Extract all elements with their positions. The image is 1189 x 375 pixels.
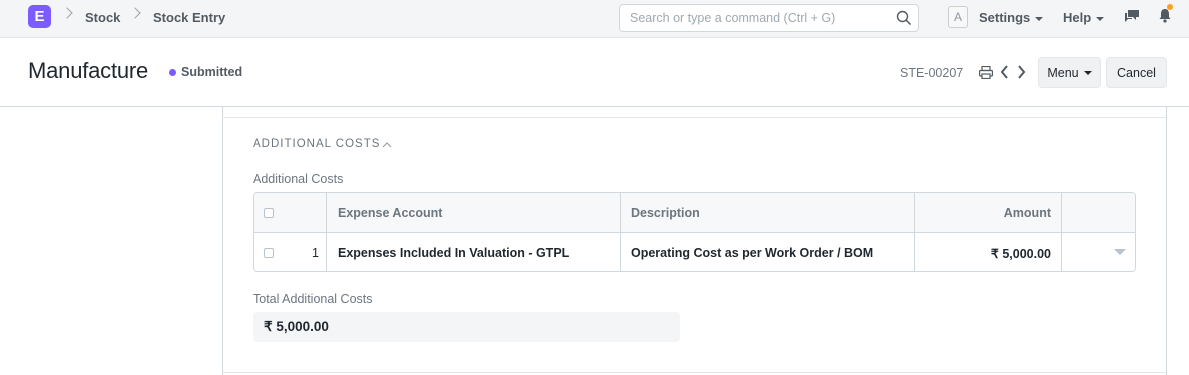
caret-down-icon: [1083, 70, 1092, 75]
help-dropdown[interactable]: Help: [1063, 10, 1105, 25]
column-divider: [914, 193, 915, 271]
print-icon[interactable]: [979, 66, 993, 79]
section-divider: [222, 117, 1167, 118]
notification-dot: [1167, 4, 1173, 10]
document-name: STE-00207: [900, 66, 964, 80]
chevron-right-icon: [129, 7, 141, 19]
caret-down-icon: [1035, 16, 1044, 21]
table-label: Additional Costs: [253, 172, 344, 186]
chevron-left-icon[interactable]: [1000, 64, 1010, 80]
row-checkbox[interactable]: [264, 248, 274, 258]
breadcrumb-stock[interactable]: Stock: [85, 10, 120, 25]
menu-button[interactable]: Menu: [1038, 57, 1101, 88]
page-title: Manufacture: [28, 58, 149, 83]
menu-label: Menu: [1047, 65, 1079, 80]
avatar[interactable]: A: [948, 6, 968, 28]
column-divider: [326, 193, 327, 271]
column-header-description: Description: [631, 206, 700, 220]
additional-costs-table: Expense Account Description Amount 1 Exp…: [253, 192, 1136, 272]
cell-amount[interactable]: ₹ 5,000.00: [991, 246, 1051, 261]
total-additional-costs-value: ₹ 5,000.00: [264, 319, 329, 334]
row-index: 1: [312, 246, 319, 260]
settings-dropdown[interactable]: Settings: [979, 10, 1044, 25]
help-label: Help: [1063, 10, 1092, 25]
column-divider: [620, 193, 621, 271]
chevron-right-icon[interactable]: [1016, 64, 1026, 80]
row-edit-caret-icon[interactable]: [1114, 249, 1126, 255]
chat-icon[interactable]: [1124, 9, 1140, 23]
bell-icon[interactable]: [1158, 8, 1172, 23]
total-additional-costs-field: ₹ 5,000.00: [253, 312, 680, 342]
cell-description[interactable]: Operating Cost as per Work Order / BOM: [631, 246, 873, 260]
status-indicator-dot: [169, 69, 176, 76]
settings-label: Settings: [979, 10, 1031, 25]
search-input[interactable]: [620, 5, 890, 31]
cancel-button[interactable]: Cancel: [1106, 57, 1167, 88]
search-icon[interactable]: [896, 10, 912, 26]
section-title[interactable]: ADDITIONAL COSTS: [253, 138, 380, 150]
cell-expense-account[interactable]: Expenses Included In Valuation - GTPL: [338, 246, 569, 260]
navbar: E Stock Stock Entry A Settings Help: [0, 0, 1189, 38]
chevron-right-icon: [61, 7, 73, 19]
column-header-expense-account: Expense Account: [338, 206, 443, 220]
caret-down-icon: [1096, 16, 1105, 21]
column-header-amount: Amount: [1003, 206, 1051, 220]
select-all-checkbox[interactable]: [264, 208, 274, 218]
breadcrumb-stock-entry[interactable]: Stock Entry: [153, 10, 225, 25]
chevron-up-icon[interactable]: [382, 142, 392, 148]
app-logo[interactable]: E: [28, 5, 51, 28]
column-divider: [1061, 193, 1062, 271]
section-divider: [222, 372, 1167, 373]
total-additional-costs-label: Total Additional Costs: [253, 292, 373, 306]
status-badge: Submitted: [181, 65, 243, 79]
awesomebar: [619, 4, 919, 32]
